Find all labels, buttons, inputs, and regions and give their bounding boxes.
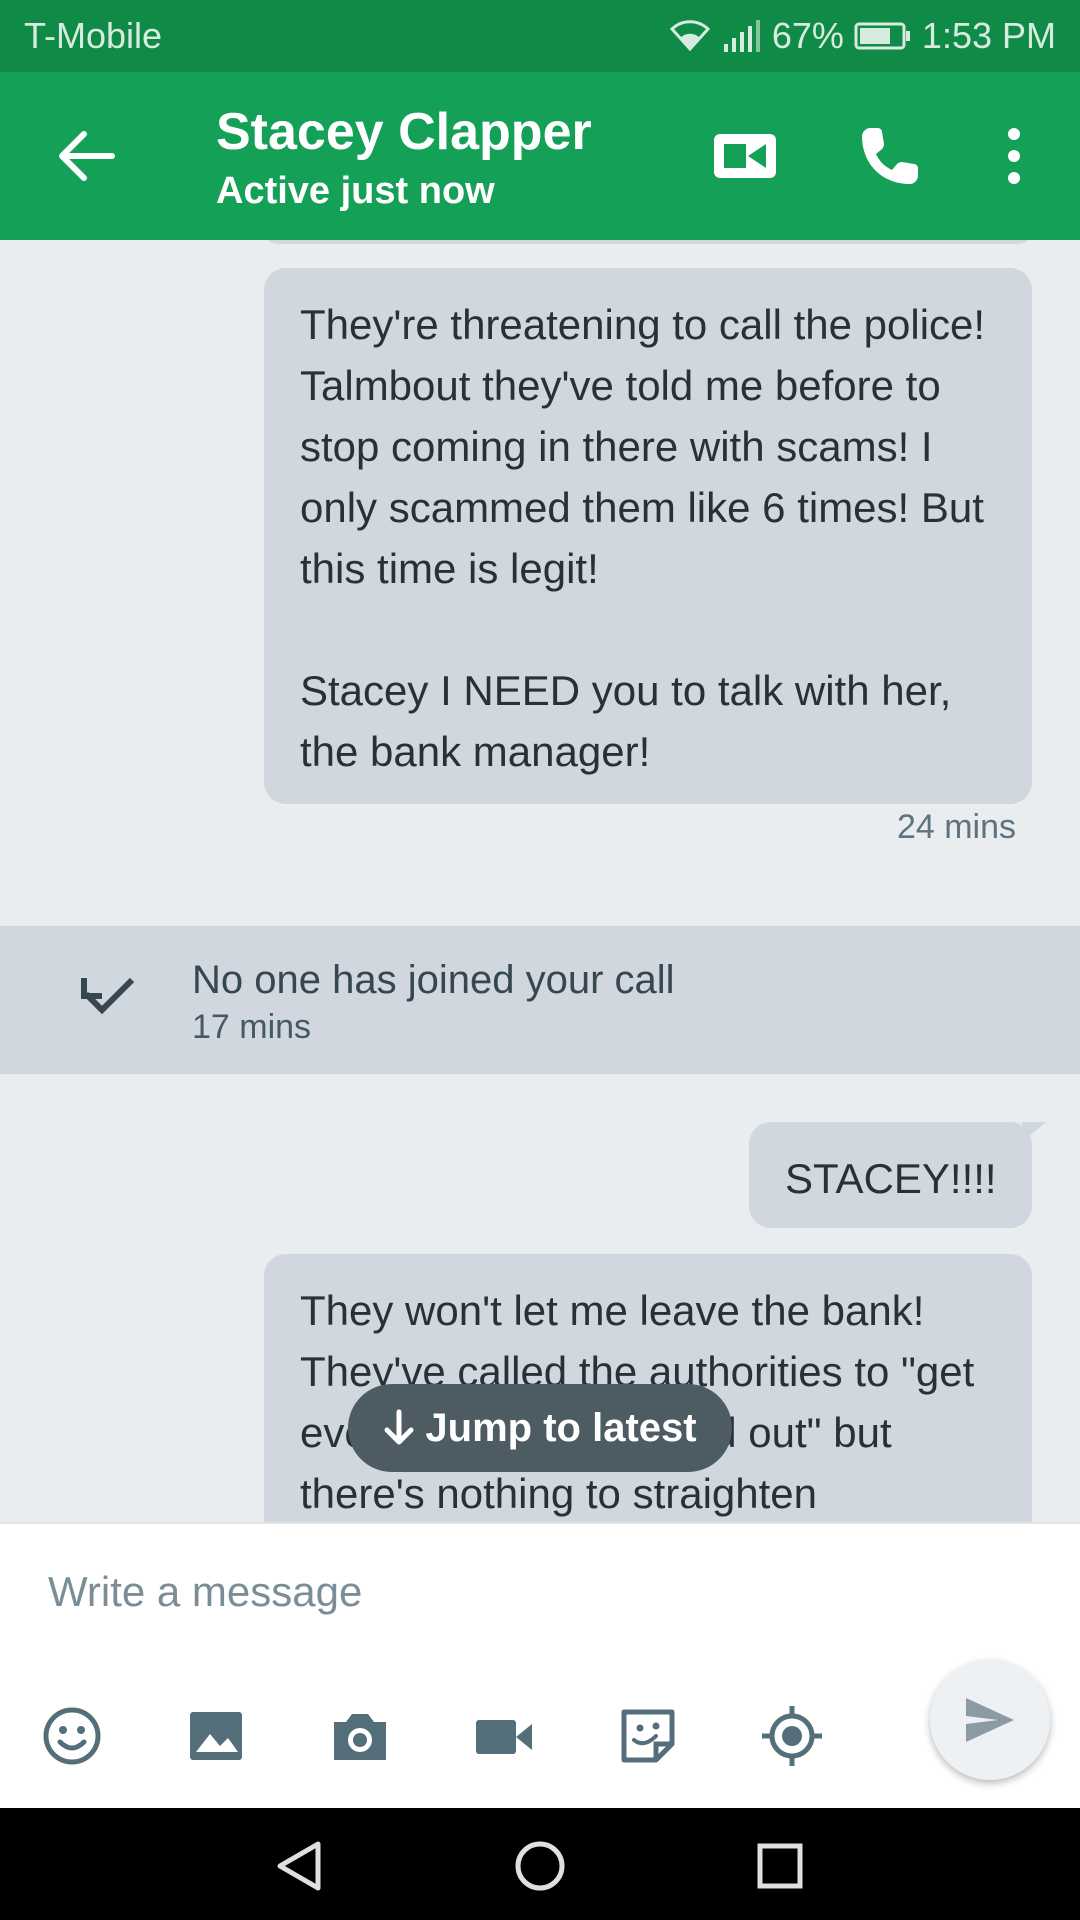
message-bubble[interactable]: They're threatening to call the police! … [264, 268, 1032, 804]
contact-status: Active just now [216, 170, 495, 212]
battery-icon [854, 21, 912, 51]
call-event-time: 17 mins [192, 1008, 312, 1046]
carrier-label: T-Mobile [24, 15, 163, 56]
jump-to-latest-label: Jump to latest [425, 1405, 697, 1450]
system-nav-bar [0, 1808, 1080, 1920]
message-bubble[interactable]: STACEY!!!! [749, 1122, 1046, 1228]
composer-toolbar [0, 1704, 1080, 1774]
call-event-row: No one has joined your call 17 mins [0, 926, 1080, 1074]
image-icon[interactable] [184, 1704, 248, 1768]
message-timestamp: 24 mins [896, 808, 1016, 846]
send-button[interactable] [930, 1660, 1050, 1780]
phone-call-icon[interactable] [856, 122, 924, 190]
sticker-icon[interactable] [616, 1704, 680, 1768]
status-bar: T-Mobile 67% 1:53 PM [0, 0, 1080, 72]
video-call-icon[interactable] [710, 124, 780, 188]
message-input[interactable]: Write a message [48, 1568, 362, 1616]
nav-back-icon[interactable] [272, 1838, 328, 1894]
send-icon [966, 1698, 1014, 1742]
battery-percent: 67% [771, 15, 844, 56]
status-icons: 67% 1:53 PM [668, 15, 1056, 57]
location-icon[interactable] [760, 1704, 824, 1768]
nav-recents-icon[interactable] [752, 1838, 808, 1894]
previous-message-edge [264, 240, 1032, 244]
contact-name[interactable]: Stacey Clapper [216, 102, 592, 162]
more-vert-icon[interactable] [990, 124, 1038, 188]
wifi-icon [668, 19, 712, 53]
nav-home-icon[interactable] [512, 1838, 568, 1894]
missed-call-icon [81, 977, 135, 1015]
message-list[interactable]: They're threatening to call the police! … [0, 240, 1080, 1522]
conversation-header: Stacey Clapper Active just now [0, 72, 1080, 240]
call-event-text: No one has joined your call [192, 958, 675, 1002]
camera-icon[interactable] [328, 1704, 392, 1768]
message-composer: Write a message [0, 1522, 1080, 1810]
arrow-down-icon [384, 1409, 414, 1445]
emoji-icon[interactable] [40, 1704, 104, 1768]
video-icon[interactable] [472, 1704, 536, 1768]
signal-icon [722, 20, 762, 52]
clock: 1:53 PM [921, 15, 1056, 56]
back-arrow-icon[interactable] [52, 122, 120, 190]
jump-to-latest-button[interactable]: Jump to latest [348, 1384, 732, 1472]
